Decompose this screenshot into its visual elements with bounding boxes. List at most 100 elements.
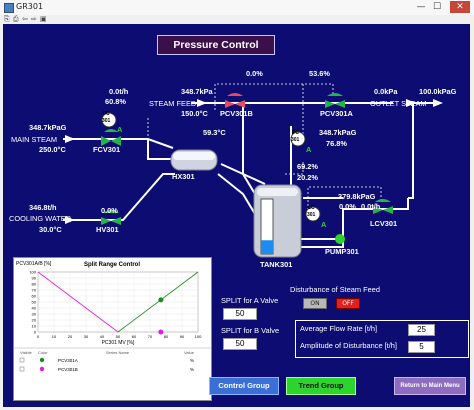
pc-tag: PC bbox=[292, 130, 299, 136]
valve-pcv301a[interactable] bbox=[325, 93, 345, 108]
y-tick-label: 20 bbox=[32, 318, 37, 323]
chart-xlabel: PC301 MV [%] bbox=[102, 340, 135, 346]
steam-flow: 0.0t/h bbox=[109, 87, 129, 96]
split-range-chart: Split Range Control PCV301A/B [%] 0 10 20 30 4… bbox=[13, 257, 212, 401]
legend-color-dot bbox=[39, 357, 45, 363]
x-tick-label: 60 bbox=[132, 334, 137, 339]
outlet-flow: 0.0kPa bbox=[374, 87, 398, 96]
valve-pcv301b[interactable] bbox=[225, 93, 245, 108]
x-tick-label: 0 bbox=[37, 334, 40, 339]
y-tick-label: 70 bbox=[32, 288, 37, 293]
window-icon[interactable]: ▣ bbox=[40, 15, 47, 23]
control-group-button[interactable]: Control Group bbox=[209, 377, 279, 395]
disturbance-title: Disturbance of Steam Feed bbox=[290, 285, 380, 294]
cooling-water-flow: 346.8t/h bbox=[29, 203, 57, 212]
heat-exchanger-hx301[interactable] bbox=[170, 149, 218, 171]
maximize-button[interactable]: ☐ bbox=[430, 1, 444, 13]
lc-mode: A bbox=[321, 220, 327, 229]
cooling-water-temp: 30.0°C bbox=[39, 225, 62, 234]
legend-header: Color bbox=[38, 350, 48, 355]
app-icon bbox=[4, 3, 14, 13]
split-a-label: SPLIT for A Valve bbox=[221, 296, 279, 305]
forward-icon[interactable]: ⇨ bbox=[31, 15, 37, 23]
fc-number: 301 bbox=[102, 118, 111, 124]
pcv301b-percent: 0.0% bbox=[246, 69, 263, 78]
pcv301a-label: PCV301A bbox=[320, 109, 353, 118]
hx-temp: 59.3°C bbox=[203, 128, 226, 137]
y-tick-label: 90 bbox=[32, 276, 37, 281]
legend-header: Series Name bbox=[106, 350, 130, 355]
pc-mode: A bbox=[306, 145, 312, 154]
legend-header: Visible bbox=[20, 350, 32, 355]
series-marker-pcv301b bbox=[158, 329, 164, 335]
disturbance-off-button[interactable]: OFF bbox=[336, 298, 360, 309]
x-tick-label: 40 bbox=[100, 334, 105, 339]
disturbance-on-button[interactable]: ON bbox=[303, 298, 327, 309]
x-tick-label: 20 bbox=[68, 334, 73, 339]
pump-pressure: 379.8kPaG bbox=[338, 192, 376, 201]
lc-tag: LC bbox=[308, 205, 315, 211]
pump301-label: PUMP301 bbox=[325, 247, 359, 256]
tank-level-fill bbox=[261, 240, 273, 254]
lc-percent-1: 69.2% bbox=[297, 162, 318, 171]
avg-flow-input[interactable]: 25 bbox=[408, 324, 435, 336]
lc-number: 301 bbox=[307, 212, 316, 218]
legend-checkbox bbox=[19, 366, 25, 372]
pc-pressure: 348.7kPaG bbox=[319, 128, 357, 137]
x-tick-label: 50 bbox=[116, 334, 121, 339]
avg-flow-label: Average Flow Rate [t/h] bbox=[300, 324, 378, 333]
copy-icon[interactable]: ⎘ bbox=[4, 15, 10, 24]
outlet-pressure: 100.0kPaG bbox=[419, 87, 457, 96]
chart-ylabel: PCV301A/B [%] bbox=[16, 261, 52, 267]
legend-series-unit: % bbox=[190, 358, 194, 363]
y-tick-label: 30 bbox=[32, 312, 37, 317]
legend-header: Value bbox=[184, 350, 195, 355]
split-b-input[interactable]: 50 bbox=[223, 338, 257, 350]
toolbar: ⎘ ⎙ ⇦ ⇨ ▣ bbox=[0, 15, 474, 24]
y-tick-label: 60 bbox=[32, 294, 37, 299]
trend-group-button[interactable]: Trend Group bbox=[286, 377, 356, 395]
window-title: GR301 bbox=[16, 2, 44, 11]
x-tick-label: 80 bbox=[164, 334, 169, 339]
legend-checkbox bbox=[19, 357, 25, 363]
y-tick-label: 100 bbox=[29, 270, 36, 275]
main-steam-label: MAIN STEAM bbox=[11, 135, 57, 144]
main-steam-temp: 250.0°C bbox=[39, 145, 66, 154]
split-b-label: SPLIT for B Valve bbox=[221, 326, 280, 335]
pump-flow: 0.0t/h bbox=[361, 202, 381, 211]
return-main-menu-button[interactable]: Return to Main Menu bbox=[394, 377, 466, 395]
pc-percent: 76.8% bbox=[326, 139, 347, 148]
steam-feed-pressure: 348.7kPa bbox=[181, 87, 213, 96]
x-tick-label: 10 bbox=[52, 334, 57, 339]
fc-mode: A bbox=[117, 125, 123, 134]
amplitude-input[interactable]: 5 bbox=[408, 341, 435, 353]
pcv301a-percent: 53.6% bbox=[309, 69, 330, 78]
x-tick-label: 30 bbox=[84, 334, 89, 339]
lcv-percent: 0.0% bbox=[339, 202, 356, 211]
x-tick-label: 100 bbox=[195, 334, 202, 339]
chart-title: Split Range Control bbox=[84, 262, 140, 268]
fc-tag: FC bbox=[103, 111, 110, 117]
split-a-input[interactable]: 50 bbox=[223, 308, 257, 320]
print-icon[interactable]: ⎙ bbox=[13, 15, 19, 24]
pump-pump301[interactable] bbox=[335, 234, 345, 244]
x-tick-label: 90 bbox=[180, 334, 185, 339]
hx301-label: HX301 bbox=[172, 172, 195, 181]
steam-percent: 60.8% bbox=[105, 97, 126, 106]
amplitude-label: Amplitude of Disturbance [t/h] bbox=[300, 341, 397, 350]
outlet-steam-label: OUTLET STEAM bbox=[370, 99, 427, 108]
cooling-water-label: COOLING WATER bbox=[9, 214, 72, 223]
main-steam-pressure: 348.7kPaG bbox=[29, 123, 67, 132]
close-button[interactable]: ✕ bbox=[450, 1, 470, 13]
disturbance-settings-box: Average Flow Rate [t/h] 25 Amplitude of … bbox=[295, 320, 469, 358]
hv301-label: HV301 bbox=[96, 225, 119, 234]
tank-tank301[interactable] bbox=[253, 184, 302, 258]
fcv301-label: FCV301 bbox=[93, 145, 121, 154]
minimize-button[interactable]: — bbox=[414, 1, 428, 13]
series-marker-pcv301a bbox=[158, 297, 164, 303]
y-tick-label: 40 bbox=[32, 306, 37, 311]
window-titlebar: GR301 — ☐ ✕ bbox=[0, 0, 474, 16]
process-panel: Pressure Control FC 301 A PC 301 A LC 30… bbox=[3, 24, 470, 407]
back-icon[interactable]: ⇦ bbox=[22, 15, 28, 23]
pc-number: 301 bbox=[291, 137, 300, 143]
